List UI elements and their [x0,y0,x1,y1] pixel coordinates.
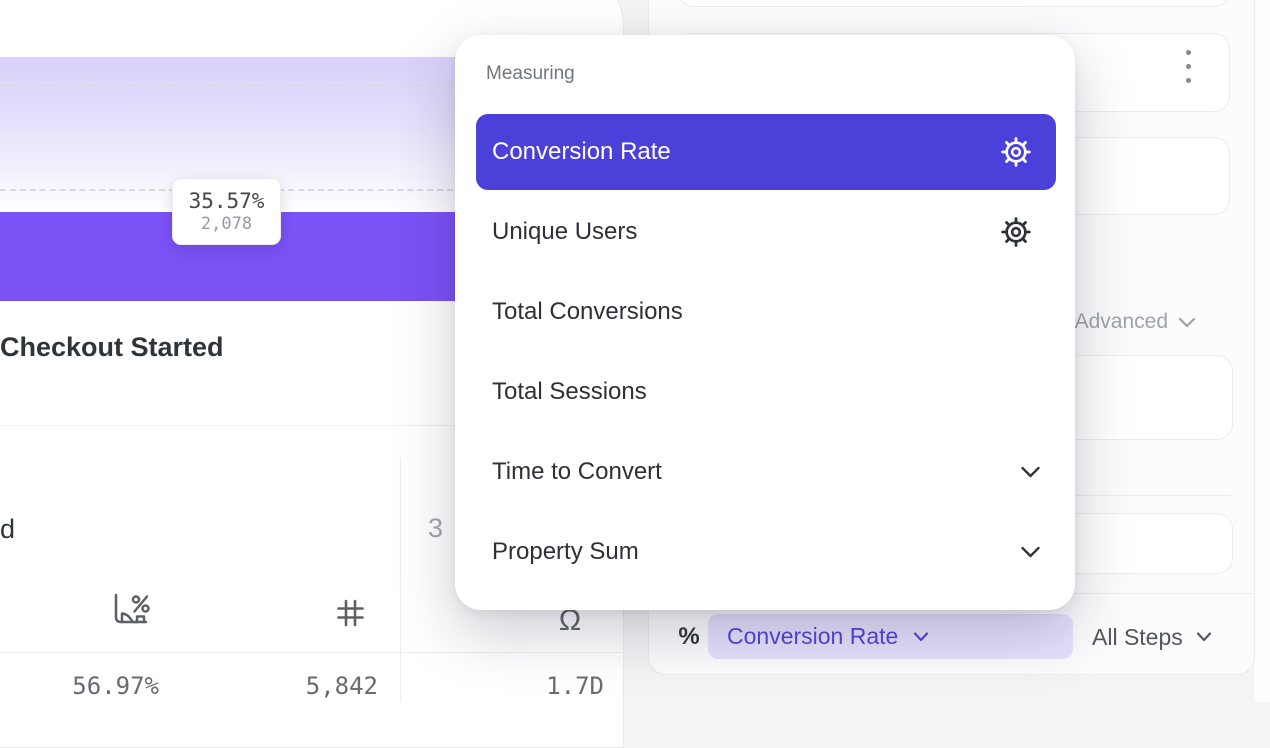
menu-item-label: Total Sessions [492,378,647,406]
menu-item-total-sessions[interactable]: Total Sessions [476,352,1056,432]
menu-item-label: Unique Users [492,218,637,246]
cell-time-to-convert: 1.7D [484,672,604,700]
chevron-down-icon [1178,317,1196,328]
table-column2-step-number: 3 [428,513,443,544]
funnel-step-card[interactable] [677,0,1230,7]
advanced-label: Advanced [1075,310,1168,334]
menu-item-label: Time to Convert [492,458,662,486]
conversion-rate-icon [108,591,152,631]
tooltip-conversion-rate: 35.57% [189,189,265,213]
tooltip-count: 2,078 [201,214,252,234]
measuring-selector-value: Conversion Rate [727,623,898,650]
divider [0,652,622,653]
chevron-down-icon[interactable] [1020,466,1041,479]
menu-item-label: Property Sum [492,538,639,566]
count-hash-icon [334,597,366,629]
chevron-down-icon [913,632,929,642]
gear-icon[interactable] [1000,216,1032,248]
menu-item-label: Conversion Rate [492,138,671,166]
measuring-menu-title: Measuring [486,63,575,85]
chevron-down-icon [1196,632,1212,642]
percent-metric-icon: % [672,620,706,654]
menu-item-unique-users[interactable]: Unique Users [476,192,1056,272]
page-background-strip [1254,0,1270,702]
menu-item-property-sum[interactable]: Property Sum [476,512,1056,592]
steps-selector-value: All Steps [1092,624,1183,651]
steps-selector[interactable]: All Steps [1092,620,1212,654]
measuring-selector-pill[interactable]: Conversion Rate [708,614,1073,659]
step-options-kebab-icon[interactable] [1184,50,1192,83]
chevron-down-icon[interactable] [1020,546,1041,559]
table-column1-label-fragment: d [0,514,15,545]
menu-item-label: Total Conversions [492,298,683,326]
cell-count: 5,842 [258,672,378,700]
funnels-analysis-screen: { "measuring_menu": { "title": "Measurin… [0,0,1270,702]
cell-conversion-rate: 56.97% [39,672,159,700]
menu-item-conversion-rate[interactable]: Conversion Rate [476,112,1056,192]
gear-icon[interactable] [1000,136,1032,168]
menu-item-time-to-convert[interactable]: Time to Convert [476,432,1056,512]
funnel-step-title: Checkout Started [0,330,224,364]
menu-item-total-conversions[interactable]: Total Conversions [476,272,1056,352]
chart-tooltip: 35.57% 2,078 [172,178,281,245]
table-column-divider [400,458,401,702]
